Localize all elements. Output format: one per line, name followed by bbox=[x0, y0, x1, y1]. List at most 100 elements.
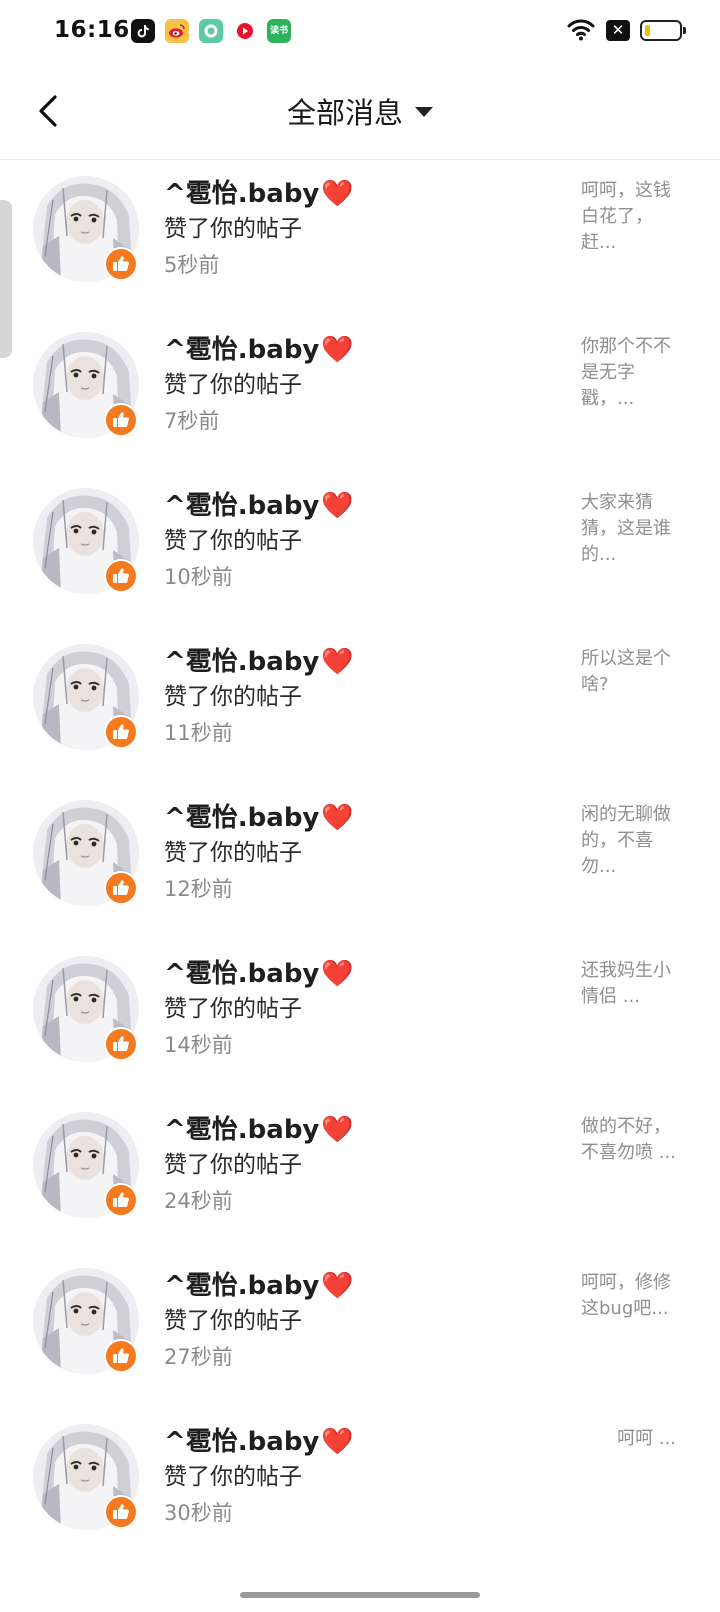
wifi-icon bbox=[567, 19, 595, 41]
list-item[interactable]: ^雹怡.baby❤️ 赞了你的帖子 7秒前 你那个不不是无字戳，... bbox=[0, 316, 720, 472]
user-name[interactable]: ^雹怡.baby❤️ bbox=[164, 1424, 354, 1460]
page-title: 全部消息 bbox=[286, 96, 403, 130]
action-text: 赞了你的帖子 bbox=[164, 996, 302, 1022]
thumbs-up-icon bbox=[113, 724, 129, 739]
reading-app-icon: 读书 bbox=[267, 19, 291, 43]
timestamp: 11秒前 bbox=[164, 721, 233, 745]
post-preview[interactable]: 大家来猜猜，这是谁的... bbox=[581, 490, 685, 568]
user-name[interactable]: ^雹怡.baby❤️ bbox=[164, 644, 354, 680]
thumbs-up-icon bbox=[113, 880, 129, 895]
post-preview[interactable]: 做的不好，不喜勿喷 ... bbox=[581, 1114, 685, 1166]
tiktok-icon bbox=[131, 19, 155, 43]
like-badge bbox=[104, 403, 138, 437]
like-badge bbox=[104, 247, 138, 281]
heart-icon: ❤️ bbox=[321, 1115, 354, 1145]
header: 全部消息 bbox=[0, 64, 720, 160]
timestamp: 14秒前 bbox=[164, 1033, 233, 1057]
heart-icon: ❤️ bbox=[321, 647, 354, 677]
action-text: 赞了你的帖子 bbox=[164, 1152, 302, 1178]
thumbs-up-icon bbox=[113, 568, 129, 583]
like-badge bbox=[104, 715, 138, 749]
user-name[interactable]: ^雹怡.baby❤️ bbox=[164, 1112, 354, 1148]
user-name-text: ^雹怡.baby bbox=[164, 647, 320, 677]
thumbs-up-icon bbox=[113, 1036, 129, 1051]
user-name-text: ^雹怡.baby bbox=[164, 959, 320, 989]
like-badge bbox=[104, 559, 138, 593]
post-preview[interactable]: 你那个不不是无字戳，... bbox=[581, 334, 685, 412]
user-name-text: ^雹怡.baby bbox=[164, 1115, 320, 1145]
list-item[interactable]: ^雹怡.baby❤️ 赞了你的帖子 12秒前 闲的无聊做的，不喜勿... bbox=[0, 784, 720, 940]
like-badge bbox=[104, 871, 138, 905]
notification-icons: 读书 bbox=[131, 19, 291, 43]
action-text: 赞了你的帖子 bbox=[164, 1464, 302, 1490]
status-time: 16:16 bbox=[54, 17, 130, 43]
user-name-text: ^雹怡.baby bbox=[164, 491, 320, 521]
caret-down-icon bbox=[415, 107, 433, 117]
post-preview[interactable]: 闲的无聊做的，不喜勿... bbox=[581, 802, 685, 880]
user-name[interactable]: ^雹怡.baby❤️ bbox=[164, 176, 354, 212]
timestamp: 7秒前 bbox=[164, 409, 220, 433]
heart-icon: ❤️ bbox=[321, 491, 354, 521]
user-name-text: ^雹怡.baby bbox=[164, 1271, 320, 1301]
timestamp: 10秒前 bbox=[164, 565, 233, 589]
user-name[interactable]: ^雹怡.baby❤️ bbox=[164, 956, 354, 992]
list-item[interactable]: ^雹怡.baby❤️ 赞了你的帖子 11秒前 所以这是个啥? bbox=[0, 628, 720, 784]
like-badge bbox=[104, 1027, 138, 1061]
weibo-icon bbox=[165, 19, 189, 43]
user-name-text: ^雹怡.baby bbox=[164, 1427, 320, 1457]
heart-icon: ❤️ bbox=[321, 335, 354, 365]
user-name[interactable]: ^雹怡.baby❤️ bbox=[164, 800, 354, 836]
like-badge bbox=[104, 1183, 138, 1217]
status-bar: 16:16 读书 ✕ bbox=[0, 0, 720, 64]
system-icons: ✕ bbox=[566, 18, 686, 42]
app-ring-icon bbox=[199, 19, 223, 43]
timestamp: 30秒前 bbox=[164, 1501, 233, 1525]
user-name[interactable]: ^雹怡.baby❤️ bbox=[164, 332, 354, 368]
timestamp: 5秒前 bbox=[164, 253, 220, 277]
thumbs-up-icon bbox=[113, 1348, 129, 1363]
message-filter-dropdown[interactable]: 全部消息 bbox=[0, 90, 720, 132]
user-name[interactable]: ^雹怡.baby❤️ bbox=[164, 488, 354, 524]
red-play-icon bbox=[233, 19, 257, 43]
list-item[interactable]: ^雹怡.baby❤️ 赞了你的帖子 24秒前 做的不好，不喜勿喷 ... bbox=[0, 1096, 720, 1252]
timestamp: 24秒前 bbox=[164, 1189, 233, 1213]
thumbs-up-icon bbox=[113, 1192, 129, 1207]
heart-icon: ❤️ bbox=[321, 1271, 354, 1301]
post-preview[interactable]: 所以这是个啥? bbox=[581, 646, 685, 698]
thumbs-up-icon bbox=[113, 256, 129, 271]
list-item[interactable]: ^雹怡.baby❤️ 赞了你的帖子 14秒前 还我妈生小情侣 ... bbox=[0, 940, 720, 1096]
like-badge bbox=[104, 1495, 138, 1529]
timestamp: 12秒前 bbox=[164, 877, 233, 901]
post-preview[interactable]: 还我妈生小情侣 ... bbox=[581, 958, 685, 1010]
message-list: ^雹怡.baby❤️ 赞了你的帖子 5秒前 呵呵，这钱白花了，赶... ^雹怡.… bbox=[0, 160, 720, 1564]
action-text: 赞了你的帖子 bbox=[164, 372, 302, 398]
heart-icon: ❤️ bbox=[321, 179, 354, 209]
reading-app-text: 读书 bbox=[269, 25, 288, 36]
battery-icon bbox=[640, 19, 686, 41]
action-text: 赞了你的帖子 bbox=[164, 216, 302, 242]
thumbs-up-icon bbox=[113, 1504, 129, 1519]
list-item[interactable]: ^雹怡.baby❤️ 赞了你的帖子 5秒前 呵呵，这钱白花了，赶... bbox=[0, 160, 720, 316]
list-item[interactable]: ^雹怡.baby❤️ 赞了你的帖子 30秒前 呵呵 ... bbox=[0, 1408, 720, 1564]
heart-icon: ❤️ bbox=[321, 959, 354, 989]
action-text: 赞了你的帖子 bbox=[164, 1308, 302, 1334]
post-preview[interactable]: 呵呵，修修这bug吧... bbox=[581, 1270, 685, 1322]
post-preview[interactable]: 呵呵 ... bbox=[617, 1426, 676, 1452]
action-text: 赞了你的帖子 bbox=[164, 684, 302, 710]
thumbs-up-icon bbox=[113, 412, 129, 427]
heart-icon: ❤️ bbox=[321, 1427, 354, 1457]
close-badge-icon: ✕ bbox=[606, 19, 630, 41]
heart-icon: ❤️ bbox=[321, 803, 354, 833]
user-name-text: ^雹怡.baby bbox=[164, 335, 320, 365]
user-name-text: ^雹怡.baby bbox=[164, 179, 320, 209]
list-item[interactable]: ^雹怡.baby❤️ 赞了你的帖子 27秒前 呵呵，修修这bug吧... bbox=[0, 1252, 720, 1408]
action-text: 赞了你的帖子 bbox=[164, 840, 302, 866]
list-item[interactable]: ^雹怡.baby❤️ 赞了你的帖子 10秒前 大家来猜猜，这是谁的... bbox=[0, 472, 720, 628]
post-preview[interactable]: 呵呵，这钱白花了，赶... bbox=[581, 178, 685, 256]
home-indicator[interactable] bbox=[240, 1592, 480, 1598]
user-name[interactable]: ^雹怡.baby❤️ bbox=[164, 1268, 354, 1304]
user-name-text: ^雹怡.baby bbox=[164, 803, 320, 833]
like-badge bbox=[104, 1339, 138, 1373]
timestamp: 27秒前 bbox=[164, 1345, 233, 1369]
action-text: 赞了你的帖子 bbox=[164, 528, 302, 554]
